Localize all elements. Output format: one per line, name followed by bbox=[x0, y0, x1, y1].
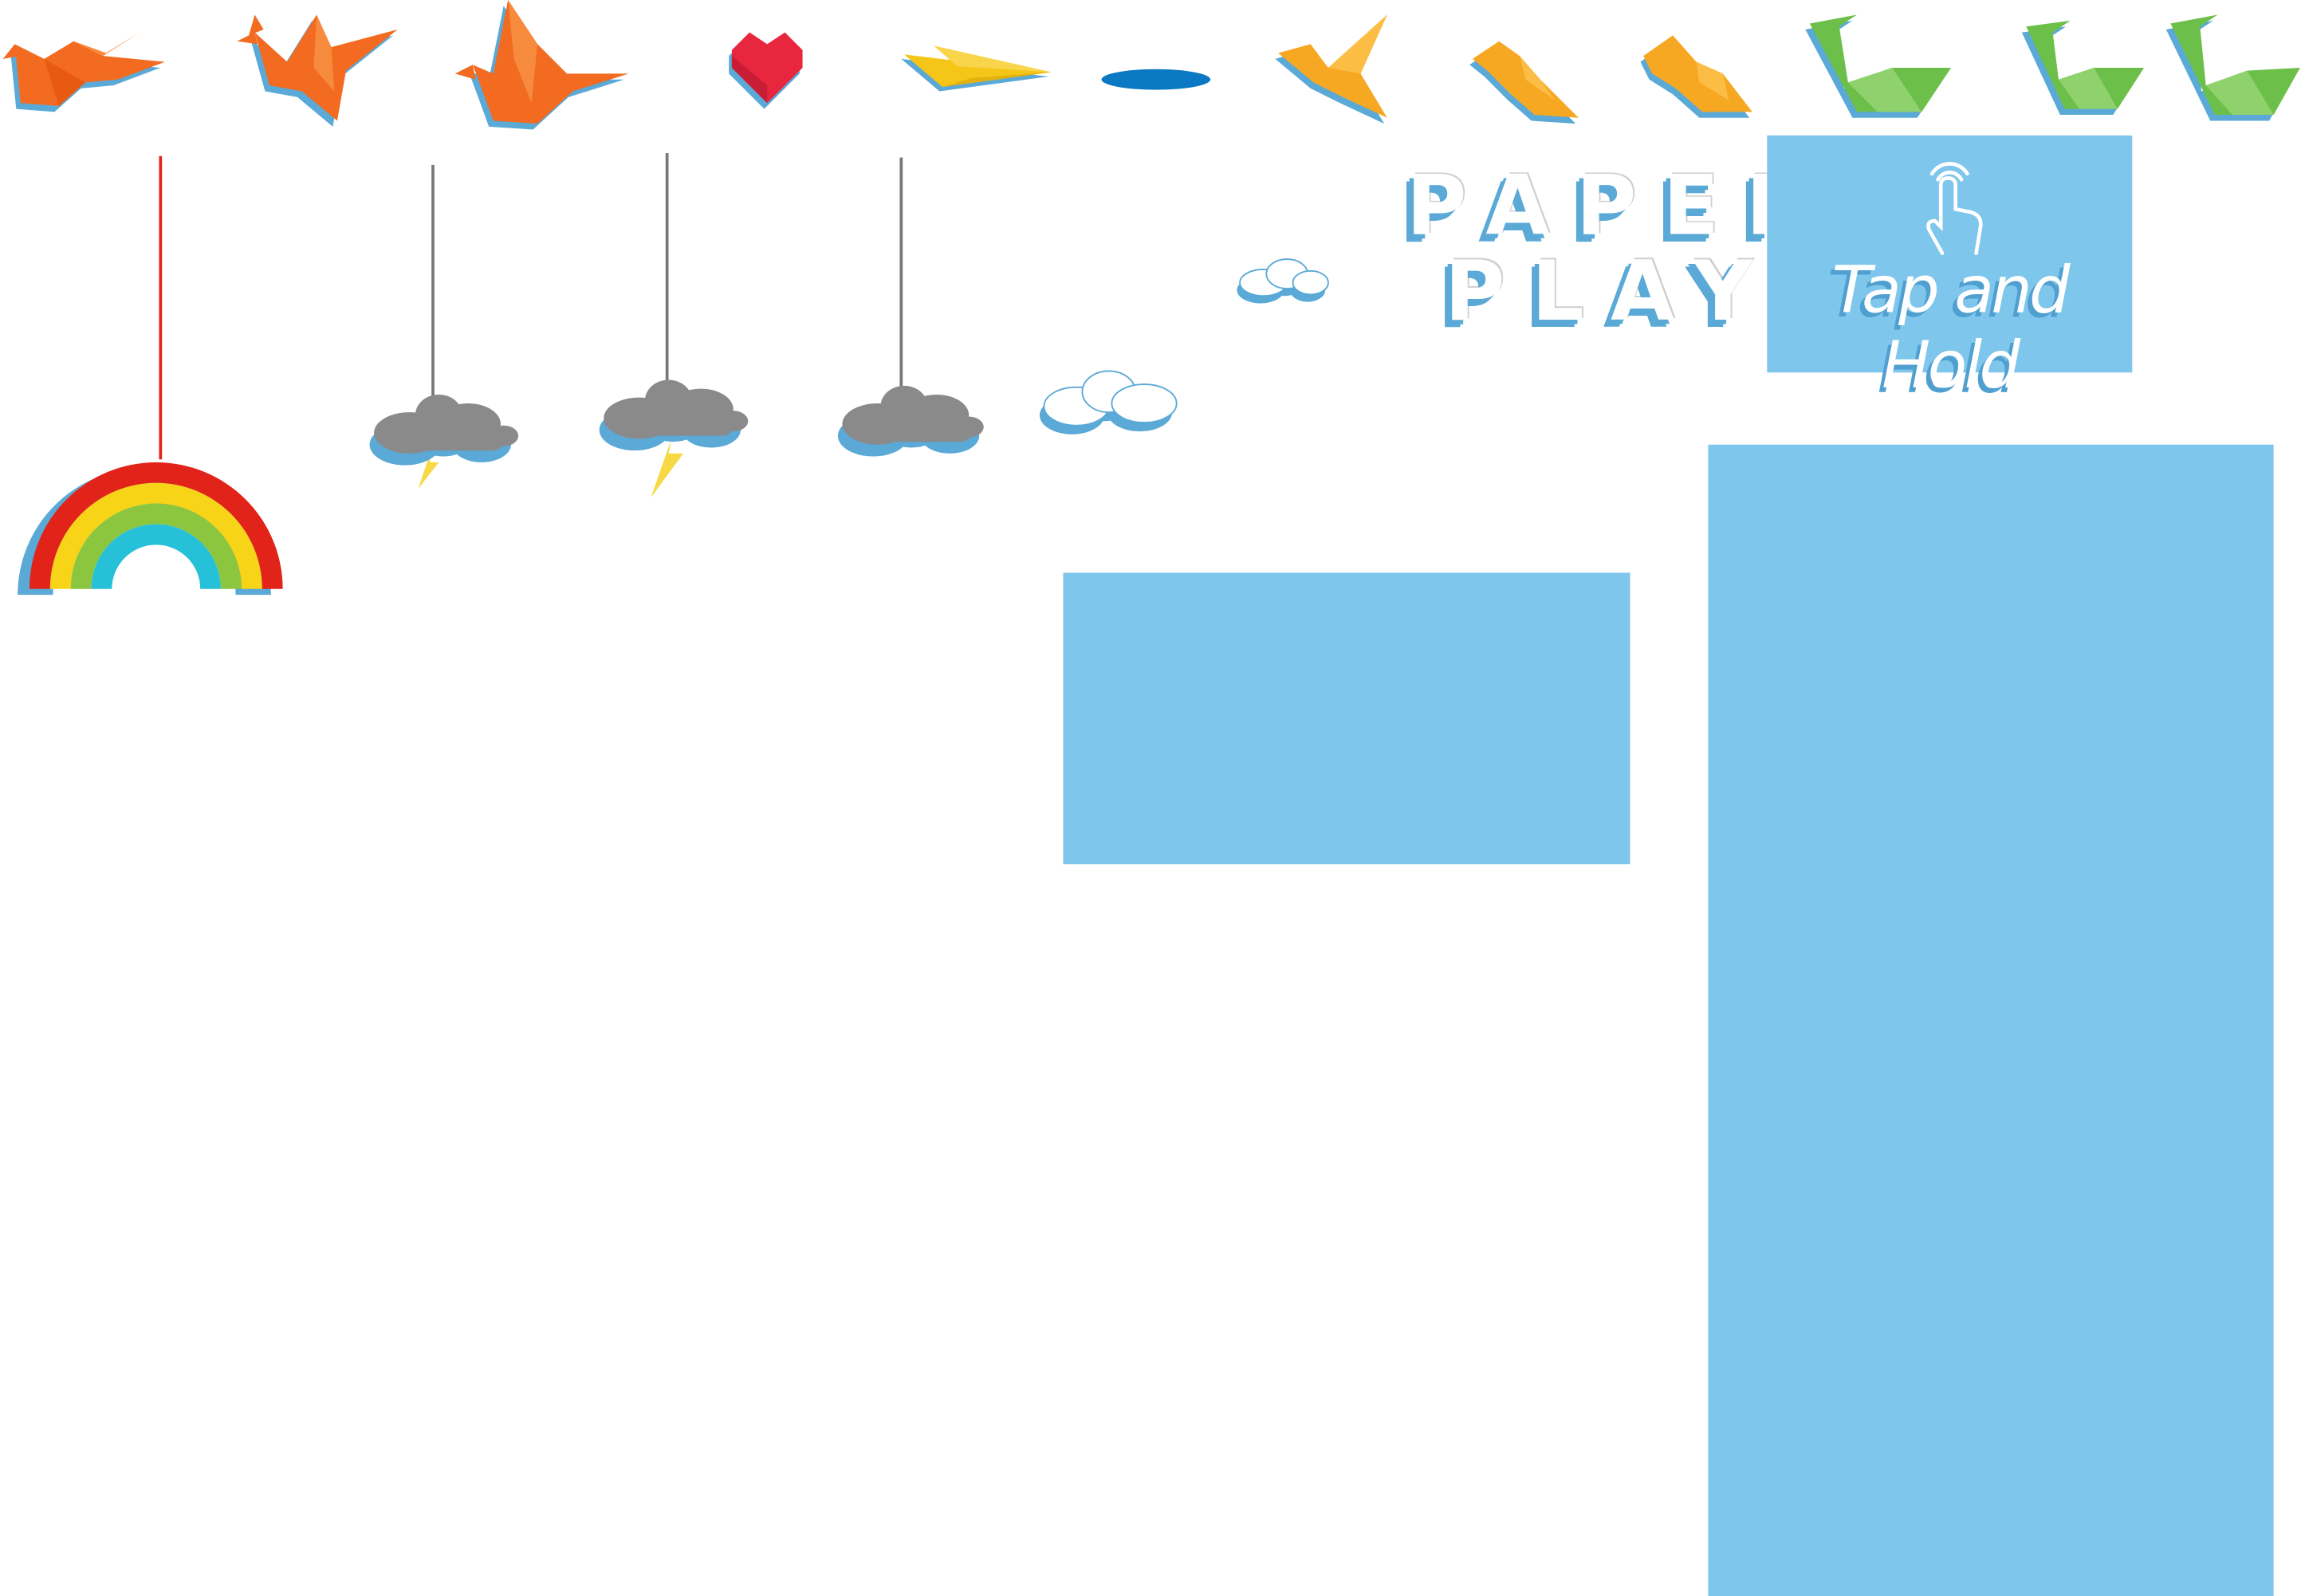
storm-cloud-string-2 bbox=[665, 153, 669, 389]
origami-swan-icon bbox=[2165, 14, 2300, 121]
cloud-icon bbox=[837, 385, 984, 457]
tap-and-hold-label: Tap and Hold bbox=[1831, 253, 2071, 404]
finger-tap-icon bbox=[1926, 162, 1983, 255]
cloud-icon bbox=[1039, 370, 1178, 434]
blank-panel-medium bbox=[1063, 572, 1630, 865]
origami-bird-icon bbox=[1640, 35, 1752, 118]
storm-cloud-icon bbox=[599, 379, 749, 498]
origami-dragon-icon bbox=[237, 14, 398, 127]
blank-panel-tall bbox=[1708, 444, 2274, 1596]
storm-cloud-string-1 bbox=[431, 164, 435, 401]
rainbow-string bbox=[159, 155, 163, 460]
sprite-sheet: PAPER PLAY Tap and Hold bbox=[0, 0, 2309, 1596]
grey-cloud-string bbox=[899, 157, 903, 394]
origami-bird-icon bbox=[1275, 14, 1387, 124]
origami-dragon-icon bbox=[2, 32, 165, 112]
rainbow-icon bbox=[18, 462, 283, 596]
cloud-icon bbox=[1237, 258, 1329, 304]
origami-dragon-icon bbox=[454, 0, 629, 130]
tap-and-hold-button[interactable]: Tap and Hold bbox=[1767, 135, 2133, 403]
game-logo: PAPER PLAY bbox=[1406, 159, 1809, 341]
storm-cloud-icon bbox=[369, 394, 519, 489]
logo-line-2: PLAY bbox=[1444, 244, 1780, 340]
origami-bird-icon bbox=[1469, 41, 1579, 124]
paper-plane-icon bbox=[901, 45, 1052, 92]
heart-icon bbox=[729, 32, 803, 109]
ellipse-icon bbox=[1101, 69, 1211, 90]
origami-swan-icon bbox=[1805, 14, 1952, 118]
origami-swan-icon bbox=[2021, 20, 2145, 116]
